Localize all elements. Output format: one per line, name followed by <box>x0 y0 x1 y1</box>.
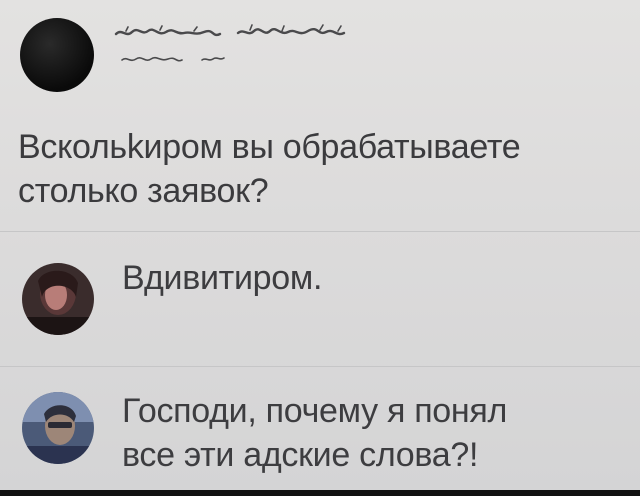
divider <box>0 231 640 232</box>
post-text-line-2: столько заявок? <box>18 172 269 210</box>
post-author-name[interactable] <box>112 22 352 44</box>
bottom-edge <box>0 490 640 496</box>
screenshot: Вскольkиром вы обрабатываете столько зая… <box>0 0 640 496</box>
post-author-avatar[interactable] <box>20 18 94 92</box>
user-photo-icon <box>22 392 94 464</box>
post-text: Вскольkиром вы обрабатываете столько зая… <box>18 125 628 213</box>
user-photo-icon <box>22 263 94 335</box>
blurred-timestamp <box>121 56 225 62</box>
comment-avatar-2[interactable] <box>22 392 94 464</box>
comment-avatar-1[interactable] <box>22 263 94 335</box>
comment-1-line-1: Вдивитиром. <box>122 259 323 297</box>
post-timestamp <box>118 50 228 68</box>
post-text-line-1: Вскольkиром вы обрабатываете <box>18 128 521 166</box>
comment-text-2: Господи, почему я понял все эти адские с… <box>122 389 622 477</box>
divider <box>0 366 640 367</box>
comment-2-line-2: все эти адские слова?! <box>122 436 479 474</box>
comment-2-line-1: Господи, почему я понял <box>122 392 508 430</box>
blurred-author-name <box>114 24 346 37</box>
comment-text-1: Вдивитиром. <box>122 256 622 300</box>
